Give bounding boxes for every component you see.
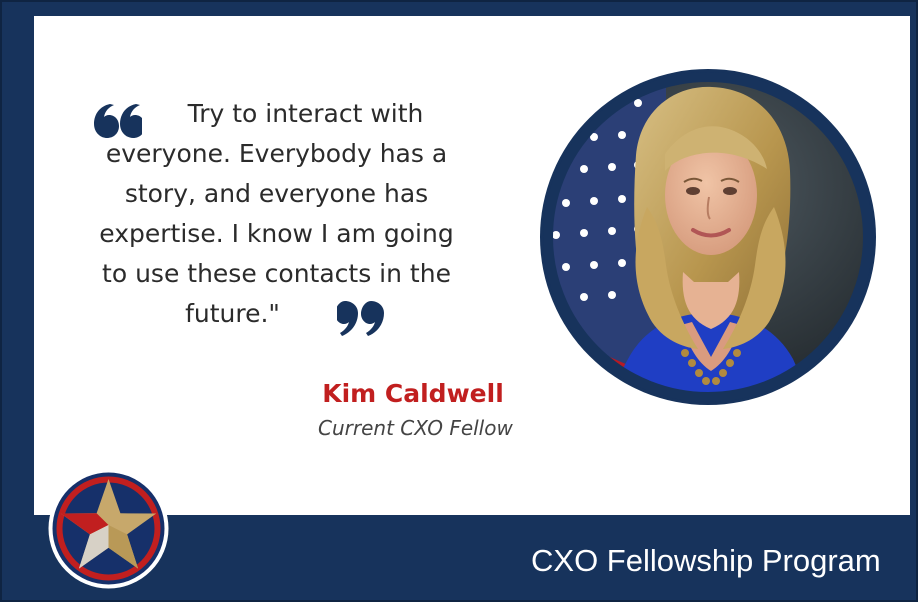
speaker-info: Kim Caldwell Current CXO Fellow: [318, 377, 513, 445]
quote-text: Try to interact with everyone. Everybody…: [84, 94, 469, 334]
quote-line: expertise. I know I am going: [99, 219, 454, 248]
close-quote-icon: [337, 301, 384, 336]
speaker-name: Kim Caldwell: [322, 379, 504, 408]
speaker-role: Current CXO Fellow: [318, 416, 513, 440]
footer-title: CXO Fellowship Program: [531, 543, 881, 578]
quote-line: Try to interact with: [187, 99, 424, 128]
cxo-star-logo: [48, 468, 169, 589]
quote-line: everyone. Everybody has a: [105, 139, 448, 168]
portrait-photo: [540, 69, 876, 405]
quote-line: future.": [185, 299, 280, 328]
quote-block: Try to interact with everyone. Everybody…: [80, 92, 470, 347]
quote-line: to use these contacts in the: [102, 259, 451, 288]
quote-line: story, and everyone has: [124, 179, 429, 208]
